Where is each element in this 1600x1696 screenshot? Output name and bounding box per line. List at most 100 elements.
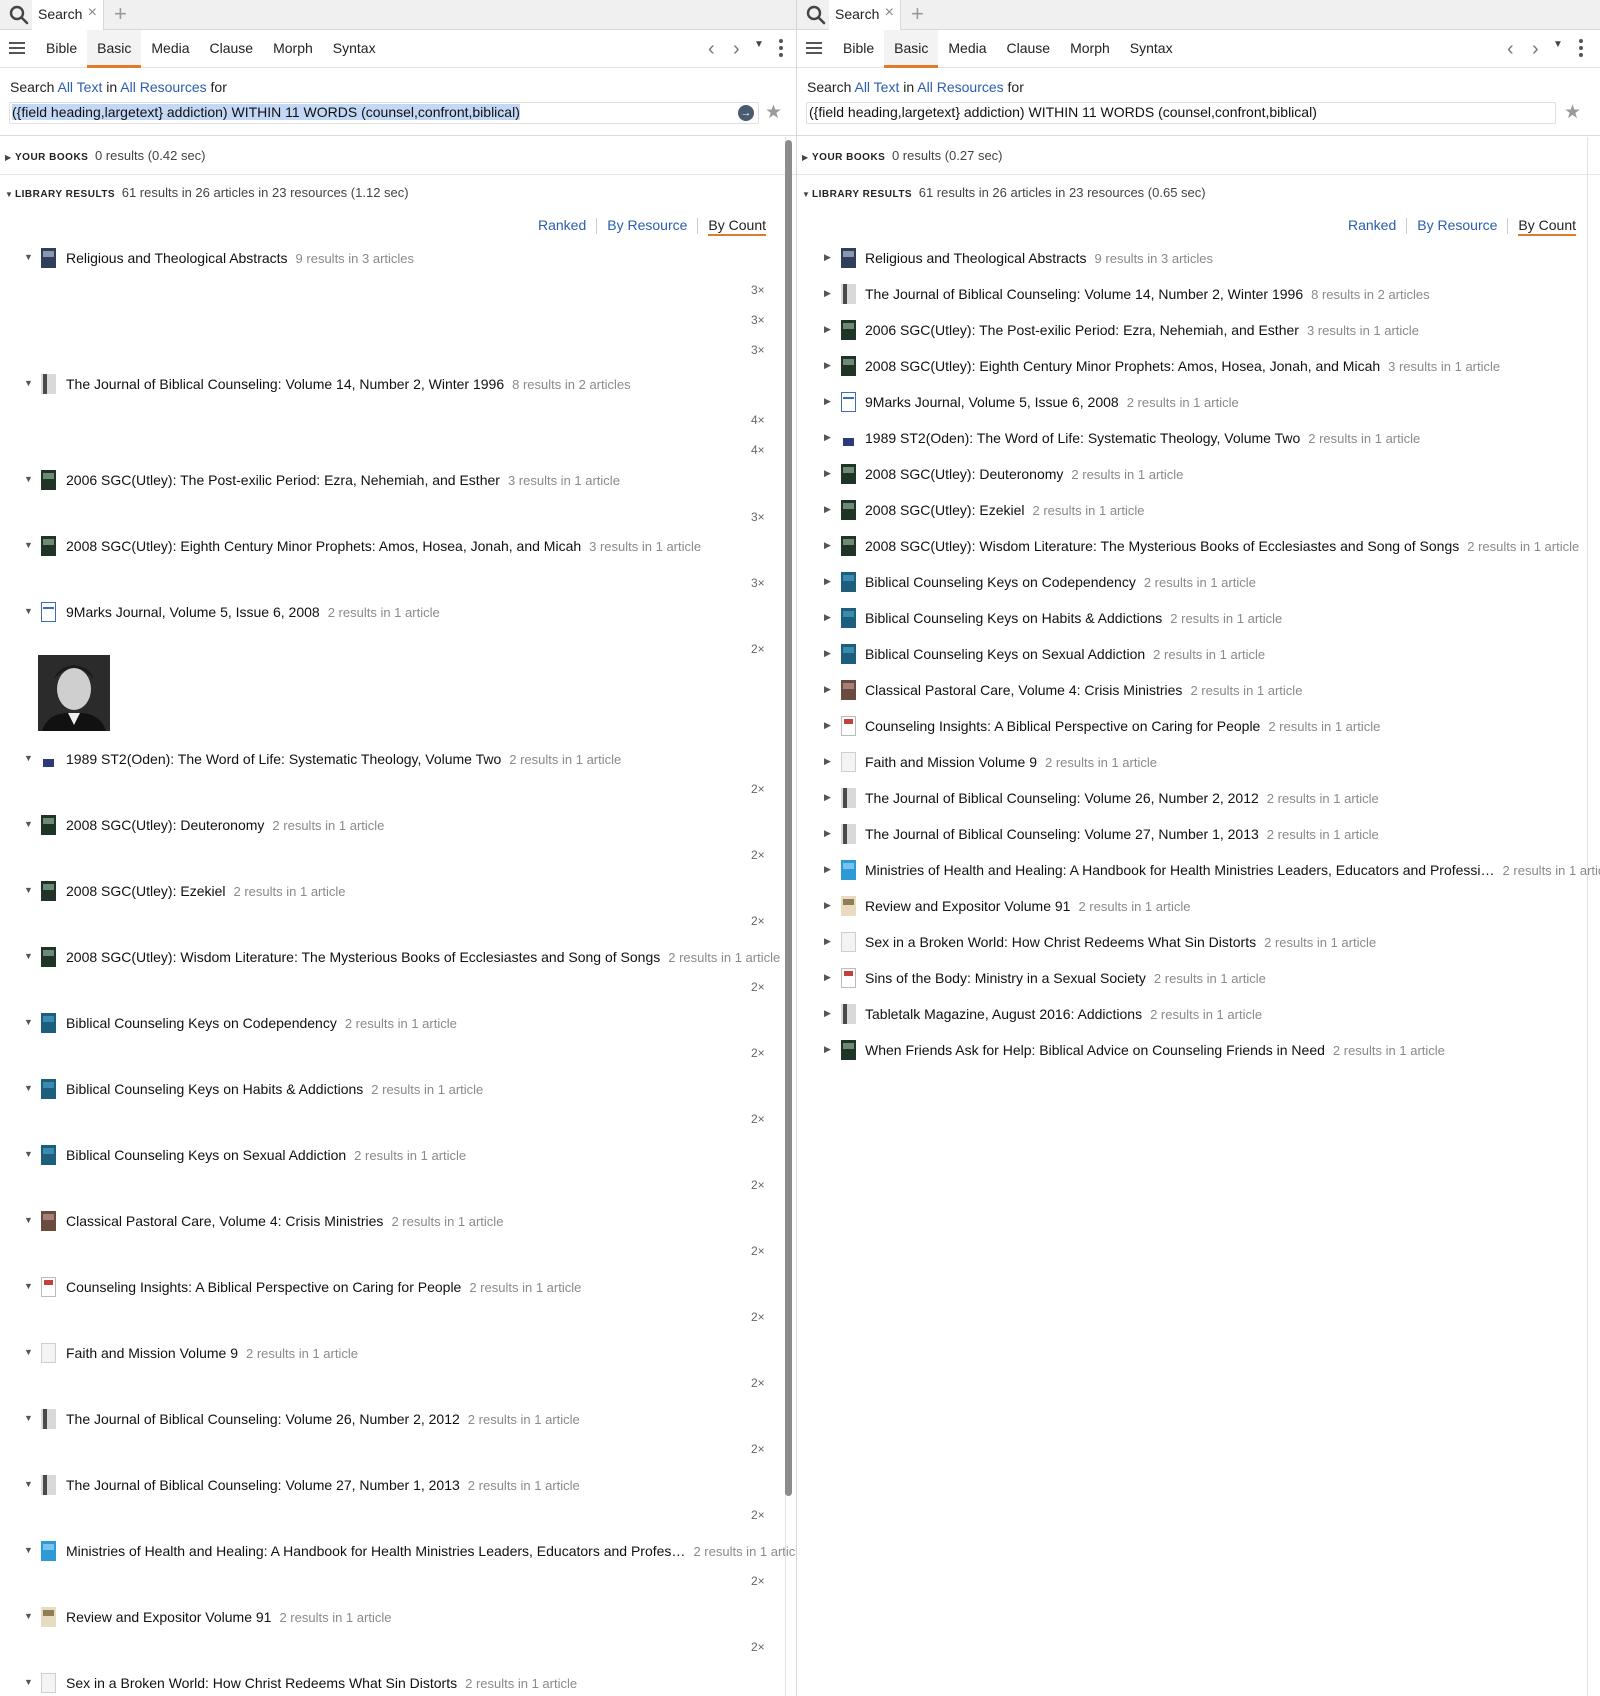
expanded-triangle-icon[interactable]: ▼ [24, 885, 33, 895]
hit-count[interactable]: 3× [751, 343, 765, 357]
collapsed-triangle-icon[interactable]: ▶ [824, 684, 831, 695]
sort-by-resource[interactable]: By Resource [1417, 217, 1497, 233]
resource-title[interactable]: Biblical Counseling Keys on Sexual Addic… [865, 646, 1265, 662]
hit-count[interactable]: 2× [751, 782, 765, 796]
resource-row[interactable]: ▼ The Journal of Biblical Counseling: Vol… [0, 374, 780, 398]
expanded-triangle-icon[interactable]: ▼ [24, 1215, 33, 1225]
star-icon[interactable]: ★ [765, 101, 782, 124]
hit-count[interactable]: 2× [751, 1376, 765, 1390]
collapsed-triangle-icon[interactable]: ▶ [824, 1044, 831, 1055]
sort-ranked[interactable]: Ranked [1348, 217, 1396, 233]
scope-link[interactable]: All Text [57, 79, 102, 95]
collapsed-triangle-icon[interactable]: ▶ [824, 1008, 831, 1019]
search-icon[interactable] [805, 4, 827, 26]
resource-row[interactable]: ▶ 2006 SGC(Utley): The Post-exilic Period… [797, 320, 1587, 344]
hit-count[interactable]: 2× [751, 1178, 765, 1192]
sort-by-count[interactable]: By Count [708, 217, 766, 236]
resource-title[interactable]: Biblical Counseling Keys on Habits & Add… [66, 1081, 483, 1097]
tab-media[interactable]: Media [141, 30, 199, 68]
resource-title[interactable]: Biblical Counseling Keys on Habits & Add… [865, 610, 1282, 626]
tab-morph[interactable]: Morph [1060, 30, 1120, 68]
resource-row[interactable]: ▶ Ministries of Health and Healing: A Han… [797, 860, 1600, 884]
resource-row[interactable]: ▼ Biblical Counseling Keys on Sexual Addi… [0, 1145, 780, 1169]
resource-title[interactable]: Religious and Theological Abstracts 9 res… [66, 250, 414, 266]
resource-row[interactable]: ▶ Biblical Counseling Keys on Habits & Ad… [797, 608, 1587, 632]
collapsed-triangle-icon[interactable]: ▶ [824, 540, 831, 551]
resources-link[interactable]: All Resources [120, 79, 206, 95]
resource-row[interactable]: ▶ 2008 SGC(Utley): Ezekiel 2 results in 1 … [797, 500, 1587, 524]
resource-row[interactable]: ▼ 1989 ST2(Oden): The Word of Life: Syste… [0, 749, 780, 773]
expanded-triangle-icon[interactable]: ▼ [24, 1677, 33, 1687]
expanded-triangle-icon[interactable]: ▼ [24, 1347, 33, 1357]
tab-basic[interactable]: Basic [87, 30, 142, 68]
resource-row[interactable]: ▶ Sins of the Body: Ministry in a Sexual … [797, 968, 1587, 992]
resource-row[interactable]: ▶ 1989 ST2(Oden): The Word of Life: Syste… [797, 428, 1587, 452]
collapsed-triangle-icon[interactable]: ▶ [824, 720, 831, 731]
tab-basic[interactable]: Basic [884, 30, 939, 68]
resource-title[interactable]: Classical Pastoral Care, Volume 4: Crisi… [865, 682, 1302, 698]
resource-title[interactable]: 2006 SGC(Utley): The Post-exilic Period:… [865, 322, 1419, 338]
resource-title[interactable]: 2008 SGC(Utley): Eighth Century Minor Pr… [865, 358, 1500, 374]
resource-title[interactable]: Biblical Counseling Keys on Sexual Addic… [66, 1147, 466, 1163]
collapsed-triangle-icon[interactable]: ▶ [824, 468, 831, 479]
expanded-triangle-icon[interactable]: ▼ [24, 1017, 33, 1027]
search-icon[interactable] [8, 4, 30, 26]
resource-row[interactable]: ▼ 2008 SGC(Utley): Ezekiel 2 results in 1 … [0, 881, 780, 905]
sort-by-count[interactable]: By Count [1518, 217, 1576, 236]
resource-row[interactable]: ▼ Biblical Counseling Keys on Codependenc… [0, 1013, 780, 1037]
expanded-triangle-icon[interactable]: ▼ [24, 1281, 33, 1291]
collapsed-triangle-icon[interactable]: ▶ [824, 432, 831, 443]
expanded-triangle-icon[interactable]: ▼ [24, 474, 33, 484]
chevron-left-icon[interactable]: ‹ [708, 38, 715, 61]
resource-title[interactable]: Sex in a Broken World: How Christ Redeem… [66, 1675, 577, 1691]
collapsed-triangle-icon[interactable]: ▶ [824, 396, 831, 407]
expanded-triangle-icon[interactable]: ▼ [24, 1611, 33, 1621]
expanded-triangle-icon[interactable]: ▼ [24, 1413, 33, 1423]
collapsed-triangle-icon[interactable]: ▶ [824, 648, 831, 659]
resource-title[interactable]: The Journal of Biblical Counseling: Volu… [66, 1411, 580, 1427]
resource-title[interactable]: Biblical Counseling Keys on Codependency… [865, 574, 1256, 590]
sort-ranked[interactable]: Ranked [538, 217, 586, 233]
resource-row[interactable]: ▶ Review and Expositor Volume 91 2 results… [797, 896, 1587, 920]
chevron-right-icon[interactable]: › [733, 38, 740, 61]
resource-row[interactable]: ▼ Biblical Counseling Keys on Habits & Ad… [0, 1079, 780, 1103]
resource-title[interactable]: 2008 SGC(Utley): Eighth Century Minor Pr… [66, 538, 701, 554]
collapsed-triangle-icon[interactable]: ▶ [824, 900, 831, 911]
kebab-menu-icon[interactable] [779, 39, 783, 57]
tab-bible[interactable]: Bible [36, 30, 87, 68]
search-input[interactable]: ({field heading,largetext} addiction) WI… [9, 102, 759, 124]
collapsed-triangle-icon[interactable]: ▶ [824, 360, 831, 371]
expanded-triangle-icon[interactable]: ▼ [24, 252, 33, 262]
plus-icon[interactable]: + [911, 1, 924, 27]
resource-row[interactable]: ▶ Faith and Mission Volume 9 2 results in … [797, 752, 1587, 776]
hit-count[interactable]: 4× [751, 443, 765, 457]
resource-title[interactable]: 2008 SGC(Utley): Ezekiel 2 results in 1 a… [865, 502, 1145, 518]
resource-title[interactable]: 9Marks Journal, Volume 5, Issue 6, 2008 2… [66, 604, 440, 620]
tab-clause[interactable]: Clause [200, 30, 264, 68]
collapsed-triangle-icon[interactable]: ▶ [824, 612, 831, 623]
resource-row[interactable]: ▼ The Journal of Biblical Counseling: Vol… [0, 1409, 780, 1433]
resource-title[interactable]: 2008 SGC(Utley): Deuteronomy 2 results in… [66, 817, 384, 833]
resource-row[interactable]: ▶ Religious and Theological Abstracts 9 re… [797, 248, 1587, 272]
go-arrow-icon[interactable]: → [738, 105, 754, 121]
resource-title[interactable]: Biblical Counseling Keys on Codependency… [66, 1015, 457, 1031]
resource-title[interactable]: The Journal of Biblical Counseling: Volu… [865, 790, 1379, 806]
star-icon[interactable]: ★ [1564, 101, 1581, 124]
hit-count[interactable]: 2× [751, 1574, 765, 1588]
collapsed-triangle-icon[interactable]: ▶ [824, 792, 831, 803]
collapsed-triangle-icon[interactable]: ▶ [824, 576, 831, 587]
resource-title[interactable]: 9Marks Journal, Volume 5, Issue 6, 2008 2… [865, 394, 1239, 410]
chevron-right-icon[interactable]: › [1532, 38, 1539, 61]
your-books-header[interactable]: ▶ YOUR BOOKS 0 results (0.27 sec) [797, 148, 1003, 163]
resource-title[interactable]: 2006 SGC(Utley): The Post-exilic Period:… [66, 472, 620, 488]
expanded-triangle-icon[interactable]: ▼ [24, 753, 33, 763]
hit-count[interactable]: 3× [751, 510, 765, 524]
resource-row[interactable]: ▼ 2008 SGC(Utley): Deuteronomy 2 results i… [0, 815, 780, 839]
your-books-header[interactable]: ▶ YOUR BOOKS 0 results (0.42 sec) [0, 148, 206, 163]
expanded-triangle-icon[interactable]: ▼ [24, 1545, 33, 1555]
hit-count[interactable]: 2× [751, 1046, 765, 1060]
resource-title[interactable]: 2008 SGC(Utley): Wisdom Literature: The … [66, 949, 780, 965]
resource-title[interactable]: The Journal of Biblical Counseling: Volu… [865, 286, 1430, 302]
tab-media[interactable]: Media [938, 30, 996, 68]
dropdown-caret-icon[interactable]: ▼ [754, 39, 764, 50]
